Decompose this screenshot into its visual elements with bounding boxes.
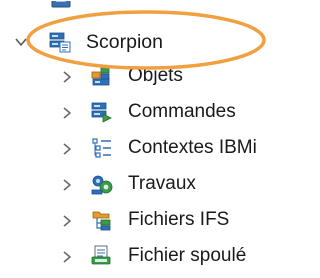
chevron-right-icon[interactable]	[60, 106, 74, 120]
tree-item-partial-top	[0, 0, 301, 12]
chevron-right-icon[interactable]	[60, 250, 74, 264]
tree-item-fichiers-ifs[interactable]: Fichiers IFS	[0, 202, 301, 238]
tree-item-label: Fichiers IFS	[128, 209, 230, 230]
tree-item-objets[interactable]: Objets	[0, 58, 301, 94]
tree-item-label: Objets	[128, 65, 183, 86]
tree-item-fichier-spoule[interactable]: Fichier spoulé	[0, 238, 301, 274]
chevron-down-icon[interactable]	[14, 35, 28, 49]
tree-item-label: Travaux	[128, 173, 196, 194]
ifs-files-icon	[92, 211, 111, 231]
tree-item-label: Scorpion	[86, 31, 163, 53]
tree-item-label: Fichier spoulé	[128, 245, 247, 266]
connection-icon	[49, 32, 71, 53]
partial-item-icon	[51, 0, 71, 8]
tree-item-label: Contextes IBMi	[128, 137, 257, 158]
tree-item-scorpion[interactable]: Scorpion	[0, 24, 301, 60]
contexts-icon	[92, 138, 111, 158]
tree-item-contextes-ibmi[interactable]: Contextes IBMi	[0, 130, 301, 166]
tree-item-commandes[interactable]: Commandes	[0, 94, 301, 130]
chevron-right-icon[interactable]	[60, 142, 74, 156]
commands-icon	[91, 102, 112, 123]
jobs-icon	[91, 175, 113, 195]
tree-item-travaux[interactable]: Travaux	[0, 166, 301, 202]
objects-icon	[91, 66, 110, 86]
tree-item-label: Commandes	[128, 101, 236, 122]
project-tree: Scorpion Objets Commandes Contextes IBMi…	[0, 0, 301, 278]
chevron-right-icon[interactable]	[60, 214, 74, 228]
chevron-right-icon[interactable]	[60, 178, 74, 192]
spooled-file-icon	[91, 245, 111, 265]
chevron-right-icon[interactable]	[60, 70, 74, 84]
